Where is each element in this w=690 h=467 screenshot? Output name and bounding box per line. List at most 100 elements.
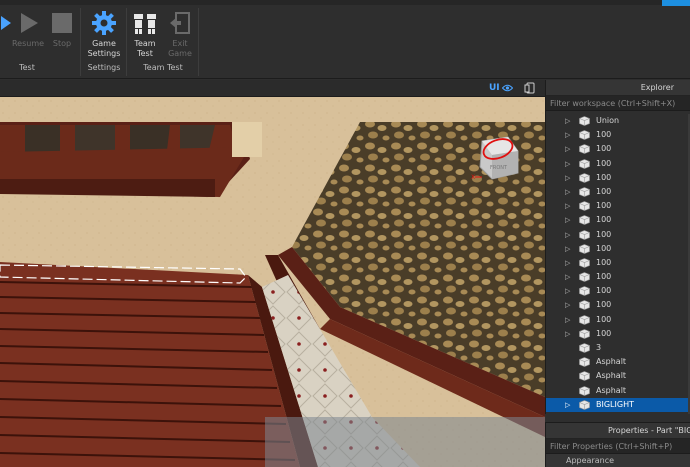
resume-button[interactable]: Resume [10,10,46,49]
explorer-tree-item-label: 100 [596,243,612,253]
explorer-tree-item[interactable]: ▷ 100 [546,157,690,171]
explorer-tree-item[interactable]: ▷ 100 [546,142,690,156]
expand-arrow-icon[interactable]: ▷ [565,228,570,242]
properties-panel: Properties - Part "BIGLIGHT" Filter Prop… [545,422,690,467]
viewport-toolbar: UI [0,80,545,97]
team-test-button[interactable]: Team Test [127,10,163,59]
gear-icon [92,11,116,35]
explorer-tree-item[interactable]: ▷ BIGLIGHT [546,397,690,412]
part-icon [579,229,590,240]
explorer-tree-item[interactable]: ▷ 100 [546,327,690,341]
part-icon [579,357,590,368]
game-settings-button[interactable]: Game Settings [86,10,122,59]
explorer-tree-item[interactable]: ▷ 100 [546,298,690,312]
explorer-tree-item[interactable]: ▷ 100 [546,313,690,327]
expand-arrow-icon[interactable]: ▷ [565,298,570,312]
explorer-tree-item[interactable]: ▷ 100 [546,185,690,199]
expand-arrow-icon[interactable]: ▷ [565,213,570,227]
explorer-filter-input[interactable]: Filter workspace (Ctrl+Shift+X) [546,96,690,111]
explorer-tree-item[interactable]: Asphalt [546,355,690,369]
svg-text:X: X [471,174,475,181]
part-icon [579,158,590,169]
expand-arrow-icon[interactable]: ▷ [565,185,570,199]
explorer-tree-item-label: 100 [596,144,612,154]
exit-game-label-line2: Game [168,49,192,58]
team-test-group-label: Team Test [143,63,183,72]
part-icon [579,385,590,396]
explorer-tree-item-label: 100 [596,314,612,324]
explorer-tree-item[interactable]: Asphalt [546,384,690,398]
expand-arrow-icon[interactable]: ▷ [565,327,570,341]
part-icon [579,399,590,410]
explorer-tree-item[interactable]: ▷ 100 [546,213,690,227]
explorer-tree-item-label: 100 [596,272,612,282]
explorer-panel: Explorer Filter workspace (Ctrl+Shift+X)… [545,80,690,414]
exit-icon [170,12,190,34]
expand-arrow-icon[interactable]: ▷ [565,171,570,185]
explorer-tree-item[interactable]: ▷ 100 [546,256,690,270]
properties-filter-input[interactable]: Filter Properties (Ctrl+Shift+P) [546,439,690,454]
part-icon [579,144,590,155]
view-cube[interactable]: FRONT X [470,133,526,189]
expand-arrow-icon[interactable]: ▷ [565,313,570,327]
game-settings-label-line2: Settings [87,49,121,58]
explorer-tree-item[interactable]: ▷ 100 [546,171,690,185]
stop-icon [52,13,72,33]
team-test-label-line1: Team [134,39,156,48]
active-tab-indicator[interactable] [662,0,690,6]
explorer-tree-item[interactable]: ▷ 100 [546,284,690,298]
explorer-tree-item-label: 100 [596,328,612,338]
3d-viewport[interactable]: FRONT X [0,97,545,467]
resume-icon [21,13,38,33]
explorer-tree-item[interactable]: Asphalt [546,369,690,383]
properties-category-appearance[interactable]: Appearance [546,454,690,467]
explorer-tree-item[interactable]: ▷ Union [546,114,690,128]
part-icon [579,343,590,353]
stop-button[interactable]: Stop [44,10,80,49]
explorer-tree-item[interactable]: ▷ 100 [546,128,690,142]
explorer-tree-item[interactable]: ▷ 100 [546,199,690,213]
game-settings-label-line1: Game [92,39,116,48]
expand-arrow-icon[interactable]: ▷ [565,128,570,142]
group-divider [80,8,81,76]
explorer-tree-item-label: Asphalt [596,357,627,367]
exit-game-label-line1: Exit [172,39,188,48]
expand-arrow-icon[interactable]: ▷ [565,114,570,128]
part-icon [579,201,590,211]
explorer-tree: ▷ Union ▷ 100 ▷ 100 ▷ 100 ▷ 100 ▷ 100 ▷ 100 ▷ 100 ▷ 100 ▷ 1… [546,114,690,412]
explorer-tree-item-label: BIGLIGHT [596,399,634,409]
explorer-tree-item-label: 100 [596,286,612,296]
part-icon [579,215,590,226]
expand-arrow-icon[interactable]: ▷ [565,270,570,284]
ui-toggle-button[interactable]: UI [489,83,500,93]
team-test-label-line2: Test [137,49,153,58]
part-icon [579,116,590,126]
tab-strip [0,0,690,5]
eye-icon[interactable] [502,84,513,92]
explorer-tree-item[interactable]: ▷ 100 [546,242,690,256]
device-emulator-icon[interactable] [524,82,536,94]
test-group-label: Test [19,63,35,72]
expand-arrow-icon[interactable]: ▷ [565,199,570,213]
explorer-tree-item[interactable]: ▷ 100 [546,228,690,242]
part-icon [579,272,590,282]
expand-arrow-icon[interactable]: ▷ [565,242,570,256]
expand-arrow-icon[interactable]: ▷ [565,256,570,270]
explorer-tree-item[interactable]: 3 [546,341,690,355]
explorer-title: Explorer [546,80,690,96]
part-icon [579,243,590,254]
expand-arrow-icon[interactable]: ▷ [565,284,570,298]
part-icon [579,328,590,339]
part-icon [579,371,590,382]
explorer-tree-item-label: 100 [596,300,612,310]
part-icon [579,187,590,197]
expand-arrow-icon[interactable]: ▷ [565,398,570,412]
exit-game-button[interactable]: Exit Game [162,10,198,59]
expand-arrow-icon[interactable]: ▷ [565,142,570,156]
scene-render [0,97,545,467]
explorer-tree-item[interactable]: ▷ 100 [546,270,690,284]
explorer-tree-item-label: 3 [596,343,602,352]
explorer-tree-item-label: Asphalt [596,385,627,395]
expand-arrow-icon[interactable]: ▷ [565,157,570,171]
resume-label: Resume [11,39,45,48]
